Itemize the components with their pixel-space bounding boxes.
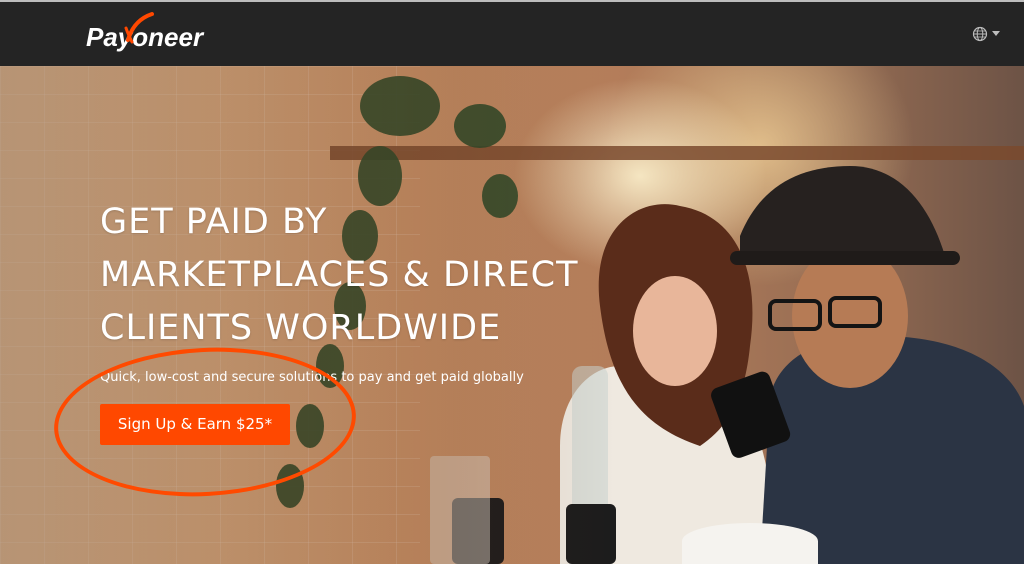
logo-swoosh-icon bbox=[124, 12, 154, 44]
top-navbar: Payoneer bbox=[0, 2, 1024, 66]
hero-section: GET PAID BY MARKETPLACES & DIRECT CLIENT… bbox=[0, 66, 1024, 564]
headline-line-1: GET PAID BY bbox=[100, 202, 328, 242]
headline-line-2: MARKETPLACES & DIRECT bbox=[100, 255, 579, 295]
caret-down-icon bbox=[992, 31, 1000, 36]
hero-subheadline: Quick, low-cost and secure solutions to … bbox=[100, 370, 524, 385]
hero-headline: GET PAID BY MARKETPLACES & DIRECT CLIENT… bbox=[100, 196, 660, 355]
payoneer-logo[interactable]: Payoneer bbox=[86, 12, 210, 54]
language-selector[interactable] bbox=[972, 22, 1006, 46]
globe-icon bbox=[972, 26, 988, 42]
signup-earn-button[interactable]: Sign Up & Earn $25* bbox=[100, 404, 290, 445]
headline-line-3: CLIENTS WORLDWIDE bbox=[100, 308, 502, 348]
